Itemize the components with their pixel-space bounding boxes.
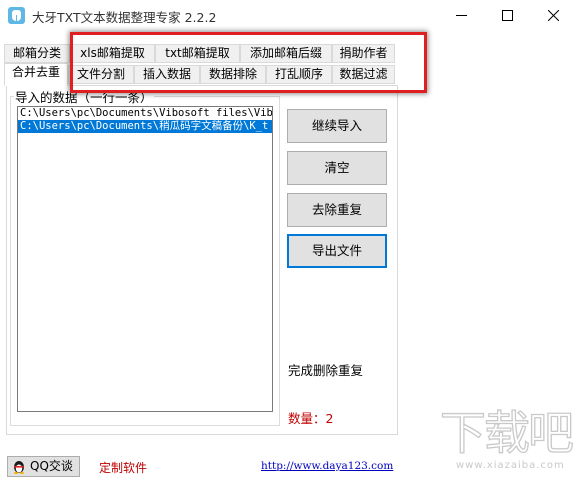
watermark-glyph: 载 bbox=[483, 406, 530, 460]
tab-email-classify[interactable]: 邮箱分类 bbox=[4, 44, 70, 63]
list-item[interactable]: C:\Users\pc\Documents\Vibosoft files\Vib… bbox=[18, 107, 272, 120]
tab-shuffle[interactable]: 打乱顺序 bbox=[266, 65, 332, 84]
count-label: 数量：2 bbox=[288, 411, 334, 426]
continue-import-button[interactable]: 继续导入 bbox=[287, 109, 387, 143]
export-file-button[interactable]: 导出文件 bbox=[287, 234, 387, 268]
watermark-url: www.xiazaiba.com bbox=[456, 460, 565, 471]
website-link[interactable]: http://www.daya123.com bbox=[261, 460, 393, 472]
tab-insert-data[interactable]: 插入数据 bbox=[134, 65, 200, 84]
tab-xls-extract[interactable]: xls邮箱提取 bbox=[70, 44, 155, 63]
tab-data-filter[interactable]: 数据过滤 bbox=[332, 65, 395, 84]
import-group-title: 导入的数据（一行一条） bbox=[14, 87, 154, 106]
title-bar: 大牙TXT文本数据整理专家 2.2.2 bbox=[0, 0, 577, 31]
app-tooth-icon bbox=[8, 7, 25, 24]
list-item[interactable]: C:\Users\pc\Documents\稍瓜码字文稿备份\K_t bbox=[18, 120, 272, 133]
imported-files-list[interactable]: C:\Users\pc\Documents\Vibosoft files\Vib… bbox=[17, 106, 273, 412]
watermark-glyph: 吧 bbox=[527, 406, 574, 460]
tab-merge-dedupe[interactable]: 合并去重 bbox=[4, 63, 68, 86]
window-title: 大牙TXT文本数据整理专家 2.2.2 bbox=[32, 10, 217, 25]
close-button[interactable] bbox=[531, 0, 577, 31]
tab-file-split[interactable]: 文件分割 bbox=[68, 65, 134, 84]
tab-data-exclude[interactable]: 数据排除 bbox=[200, 65, 266, 84]
tab-txt-extract[interactable]: txt邮箱提取 bbox=[155, 44, 240, 63]
tab-add-suffix[interactable]: 添加邮箱后缀 bbox=[240, 44, 332, 63]
qq-penguin-icon bbox=[14, 461, 24, 474]
qq-chat-button[interactable]: QQ交谈 bbox=[7, 456, 80, 477]
watermark-glyph: 下 bbox=[439, 406, 486, 460]
download-site-watermark: 下 载 吧 www.xiazaiba.com bbox=[439, 406, 574, 478]
tab-donate[interactable]: 捐助作者 bbox=[332, 44, 395, 63]
clear-button[interactable]: 清空 bbox=[287, 151, 387, 185]
minimize-icon bbox=[456, 15, 467, 16]
qq-chat-label: QQ交谈 bbox=[30, 459, 73, 473]
tab-strip: 邮箱分类 xls邮箱提取 txt邮箱提取 添加邮箱后缀 捐助作者 合并去重 文件… bbox=[0, 44, 400, 86]
maximize-button[interactable] bbox=[485, 0, 531, 31]
dedupe-button[interactable]: 去除重复 bbox=[287, 193, 387, 227]
status-message: 完成删除重复 bbox=[288, 363, 364, 378]
maximize-icon bbox=[502, 10, 513, 21]
custom-software-link[interactable]: 定制软件 bbox=[99, 459, 147, 476]
close-icon bbox=[548, 10, 559, 21]
minimize-button[interactable] bbox=[439, 0, 485, 31]
